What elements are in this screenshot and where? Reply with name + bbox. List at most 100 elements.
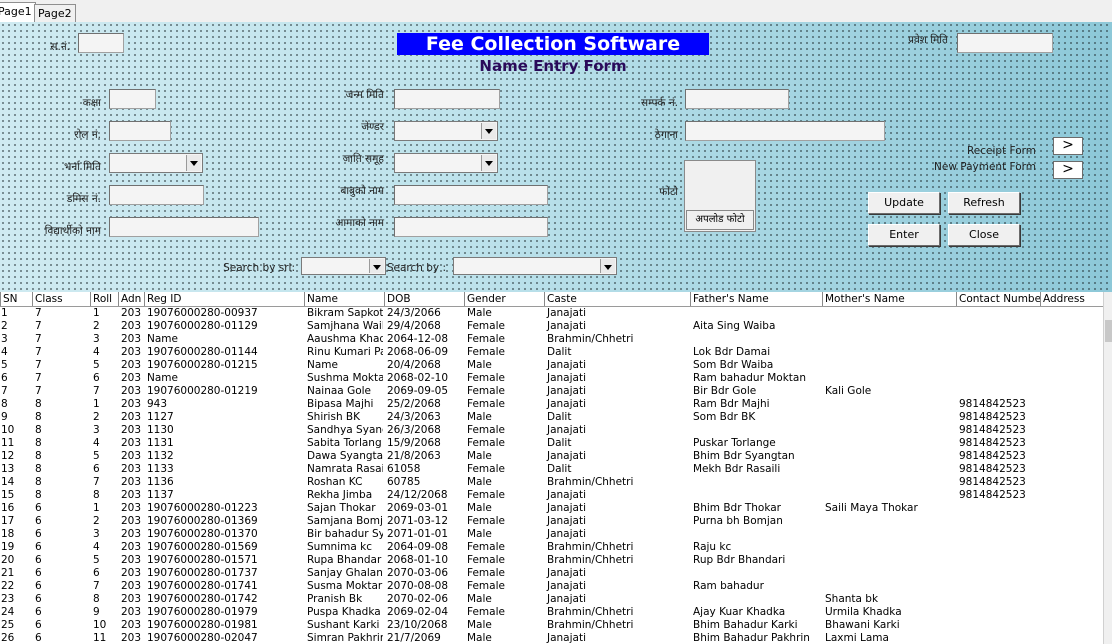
table-row[interactable]: 10 8 3 203 1130 Sandhya Syang 26/3/2068 Female J… bbox=[0, 424, 1103, 437]
cell-gender: Female bbox=[467, 541, 505, 553]
table-row[interactable]: 1 7 1 203 19076000280-00937 Bikram Sapkota 24/… bbox=[0, 307, 1103, 320]
cell-dob: 2064-09-08 bbox=[387, 541, 449, 553]
cell-adn: 203 bbox=[121, 372, 142, 384]
table-row[interactable]: 14 8 7 203 1136 Roshan KC 60785 Male Brahmin/Chh… bbox=[0, 476, 1103, 489]
column-header-dob[interactable]: DOB bbox=[384, 292, 464, 306]
admission-no-field[interactable] bbox=[109, 185, 204, 205]
close-button[interactable]: Close bbox=[948, 224, 1020, 246]
table-row[interactable]: 13 8 6 203 1133 Namrata Rasai 61058 Female Dalit… bbox=[0, 463, 1103, 476]
table-row[interactable]: 15 8 8 203 1137 Rekha Jimba 24/12/2068 Female Ja… bbox=[0, 489, 1103, 502]
cell-name: Sajan Thokar bbox=[307, 502, 376, 514]
address-field[interactable] bbox=[685, 121, 885, 141]
column-header-name[interactable]: Name bbox=[304, 292, 384, 306]
gender-select[interactable] bbox=[394, 121, 498, 141]
column-header-class[interactable]: Class bbox=[32, 292, 90, 306]
cell-dob: 2069-03-01 bbox=[387, 502, 449, 514]
caste-select[interactable] bbox=[394, 153, 498, 173]
cell-reg-id: 19076000280-01737 bbox=[147, 567, 258, 579]
cell-mother-name bbox=[824, 567, 955, 580]
table-row[interactable]: 21 6 6 203 19076000280-01737 Sanjay Ghalan 207… bbox=[0, 567, 1103, 580]
table-row[interactable]: 23 6 8 203 19076000280-01742 Pranish Bk 2070-0… bbox=[0, 593, 1103, 606]
scrollbar-thumb[interactable] bbox=[1105, 320, 1112, 342]
mother-name-field[interactable] bbox=[394, 217, 548, 237]
student-name-field[interactable] bbox=[109, 217, 259, 237]
table-row[interactable]: 24 6 9 203 19076000280-01979 Puspa Khadka 2069… bbox=[0, 606, 1103, 619]
column-header-contact-number[interactable]: Contact Number bbox=[956, 292, 1040, 306]
tab-page1[interactable]: Page1 bbox=[0, 2, 36, 23]
table-row[interactable]: 12 8 5 203 1132 Dawa Syangta 21/8/2063 Male Jana… bbox=[0, 450, 1103, 463]
father-name-field[interactable] bbox=[394, 185, 548, 205]
table-row[interactable]: 3 7 3 203 Name Aaushma Khad 2064-12-08 Female Br… bbox=[0, 333, 1103, 346]
enter-button[interactable]: Enter bbox=[868, 224, 940, 246]
column-header-roll[interactable]: Roll bbox=[90, 292, 118, 306]
table-row[interactable]: 9 8 2 203 1127 Shirish BK 24/3/2063 Male Dalit So… bbox=[0, 411, 1103, 424]
cell-mother-name bbox=[824, 424, 955, 437]
table-row[interactable]: 26 6 11 203 19076000280-02047 Simran Pakhrin 2… bbox=[0, 632, 1103, 644]
admission-date-select[interactable] bbox=[109, 153, 203, 173]
table-row[interactable]: 4 7 4 203 19076000280-01144 Rinu Kumari Pa 206… bbox=[0, 346, 1103, 359]
roll-field[interactable] bbox=[109, 121, 171, 141]
cell-dob: 26/3/2068 bbox=[387, 424, 441, 436]
column-header-father-name[interactable]: Father's Name bbox=[690, 292, 822, 306]
update-button[interactable]: Update bbox=[868, 192, 940, 214]
column-header-address[interactable]: Address bbox=[1040, 292, 1103, 306]
class-field[interactable] bbox=[109, 89, 156, 109]
column-header-sn[interactable]: SN bbox=[0, 292, 32, 306]
bharna-miti-label: भर्ना मिति bbox=[64, 161, 101, 173]
scroll-up-icon[interactable] bbox=[1104, 308, 1112, 318]
column-header-gender[interactable]: Gender bbox=[464, 292, 544, 306]
cell-name: Pranish Bk bbox=[307, 593, 363, 605]
cell-mother-name bbox=[824, 372, 955, 385]
cell-class: 6 bbox=[35, 567, 42, 579]
table-vertical-scrollbar[interactable] bbox=[1103, 292, 1112, 644]
column-header-adn[interactable]: Adn bbox=[118, 292, 144, 306]
table-row[interactable]: 19 6 4 203 19076000280-01569 Sumnima kc 2064-0… bbox=[0, 541, 1103, 554]
contact-field[interactable] bbox=[685, 89, 789, 109]
upload-photo-button[interactable]: अपलोड फोटो bbox=[686, 210, 754, 230]
cell-contact-number: 9814842523 bbox=[959, 398, 1026, 410]
cell-dob: 2068-02-10 bbox=[387, 372, 449, 384]
cell-contact-number: 9814842523 bbox=[959, 411, 1026, 423]
column-header-mother-name[interactable]: Mother's Name bbox=[822, 292, 956, 306]
table-row[interactable]: 16 6 1 203 19076000280-01223 Sajan Thokar 2069… bbox=[0, 502, 1103, 515]
cell-contact-number bbox=[958, 541, 1039, 554]
cell-sn: 26 bbox=[1, 632, 15, 644]
cell-father-name: Bhim Bahadur Karki bbox=[693, 619, 798, 631]
table-row[interactable]: 22 6 7 203 19076000280-01741 Susma Moktar 2070… bbox=[0, 580, 1103, 593]
column-header-reg-id[interactable]: Reg ID bbox=[144, 292, 304, 306]
table-row[interactable]: 20 6 5 203 19076000280-01571 Rupa Bhandar 2068… bbox=[0, 554, 1103, 567]
tab-page2[interactable]: Page2 bbox=[34, 4, 76, 22]
table-row[interactable]: 2 7 2 203 19076000280-01129 Samjhana Waib 29/4… bbox=[0, 320, 1103, 333]
refresh-button[interactable]: Refresh bbox=[948, 192, 1020, 214]
receipt-form-button[interactable]: > bbox=[1053, 137, 1083, 155]
cell-reg-id: 19076000280-01144 bbox=[147, 346, 258, 358]
cell-adn: 203 bbox=[121, 567, 142, 579]
search-by-select[interactable] bbox=[453, 257, 617, 275]
new-payment-form-button[interactable]: > bbox=[1053, 161, 1083, 179]
cell-gender: Male bbox=[467, 528, 492, 540]
search-by-srl-select[interactable] bbox=[301, 257, 386, 275]
column-header-caste[interactable]: Caste bbox=[544, 292, 690, 306]
sn-field[interactable] bbox=[78, 33, 124, 53]
cell-caste: Brahmin/Chhetri bbox=[547, 554, 634, 566]
table-row[interactable]: 7 7 7 203 19076000280-01219 Nainaa Gole 2069-0… bbox=[0, 385, 1103, 398]
cell-roll: 4 bbox=[93, 346, 100, 358]
table-row[interactable]: 17 6 2 203 19076000280-01369 Samjana Bomja 207… bbox=[0, 515, 1103, 528]
cell-gender: Female bbox=[467, 554, 505, 566]
table-row[interactable]: 5 7 5 203 19076000280-01215 Name 20/4/2068 Male… bbox=[0, 359, 1103, 372]
entry-date-field[interactable] bbox=[957, 33, 1053, 53]
cell-roll: 1 bbox=[93, 307, 100, 319]
cell-roll: 2 bbox=[93, 515, 100, 527]
dob-field[interactable] bbox=[394, 89, 500, 109]
table-row[interactable]: 6 7 6 203 Name Sushma Mokta 2068-02-10 Female Ja… bbox=[0, 372, 1103, 385]
cell-class: 6 bbox=[35, 606, 42, 618]
cell-gender: Female bbox=[467, 398, 505, 410]
table-row[interactable]: 8 8 1 203 943 Bipasa Majhi 25/2/2068 Female Jana… bbox=[0, 398, 1103, 411]
table-row[interactable]: 18 6 3 203 19076000280-01370 Bir bahadur Sy 20… bbox=[0, 528, 1103, 541]
table-row[interactable]: 25 6 10 203 19076000280-01981 Sushant Karki 23… bbox=[0, 619, 1103, 632]
table-row[interactable]: 11 8 4 203 1131 Sabita Torlang 15/9/2068 Female… bbox=[0, 437, 1103, 450]
cell-caste: Janajati bbox=[547, 567, 587, 579]
cell-mother-name bbox=[824, 359, 955, 372]
cell-father-name: Ajay Kuar Khadka bbox=[693, 606, 786, 618]
cell-sn: 4 bbox=[1, 346, 8, 358]
